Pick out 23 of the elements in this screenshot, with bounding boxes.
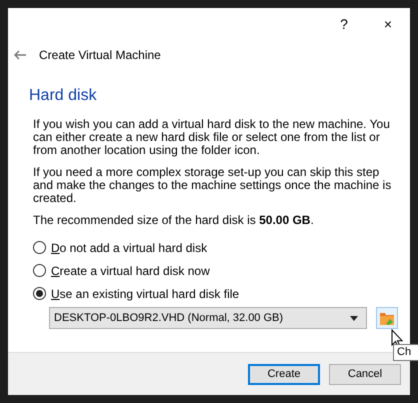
back-button[interactable]	[12, 50, 29, 60]
disk-dropdown[interactable]: DESKTOP-0LBO9R2.VHD (Normal, 32.00 GB)	[49, 307, 367, 329]
help-button[interactable]: ?	[322, 8, 366, 40]
page-heading: Hard disk	[29, 86, 98, 106]
radio-button[interactable]	[33, 287, 46, 300]
caret-icon	[350, 316, 358, 320]
radio-button[interactable]	[33, 264, 46, 277]
tooltip: Ch	[393, 344, 418, 361]
radio-button[interactable]	[33, 241, 46, 254]
wizard-title: Create Virtual Machine	[39, 47, 161, 64]
dialog-button[interactable]: Create	[248, 364, 320, 384]
description-text: If you need a more complex storage set-up you can skip this step and make the changes to the machine settings once the machine is created.	[33, 166, 392, 205]
mouse-cursor-icon	[391, 329, 403, 348]
folder-icon	[379, 310, 395, 326]
close-button[interactable]: ×	[366, 8, 410, 40]
choose-file-button[interactable]	[376, 307, 398, 329]
description-text: The recommended size of the hard disk is 50.00 GB.	[33, 214, 315, 227]
radio-label[interactable]: Create a virtual hard disk now	[51, 262, 210, 280]
dialog-button[interactable]: Cancel	[329, 364, 401, 384]
back-arrow-icon	[14, 50, 27, 60]
radio-label[interactable]: Use an existing virtual hard disk file	[51, 284, 240, 302]
description-text: If you wish you can add a virtual hard disk to the new machine. You can either create a new hard disk file or select one from the list or from another location using the folder icon.	[33, 118, 391, 157]
radio-label[interactable]: Do not add a virtual hard disk	[51, 238, 208, 256]
